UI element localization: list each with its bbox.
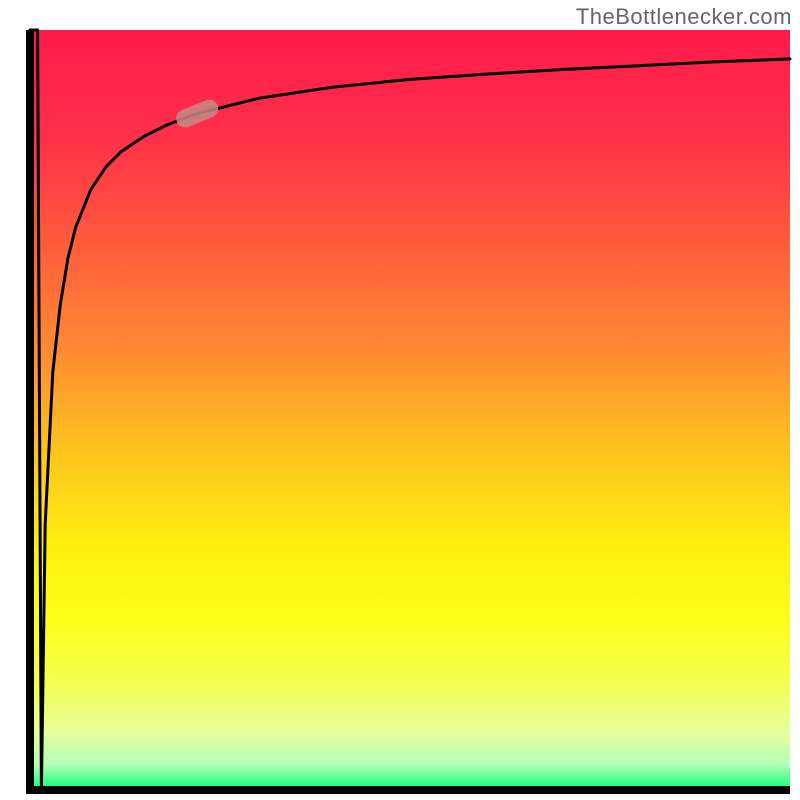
chart-frame: TheBottlenecker.com: [0, 0, 800, 800]
plot-background: [30, 30, 790, 790]
watermark-text: TheBottlenecker.com: [576, 4, 792, 30]
bottleneck-chart: [0, 0, 800, 800]
